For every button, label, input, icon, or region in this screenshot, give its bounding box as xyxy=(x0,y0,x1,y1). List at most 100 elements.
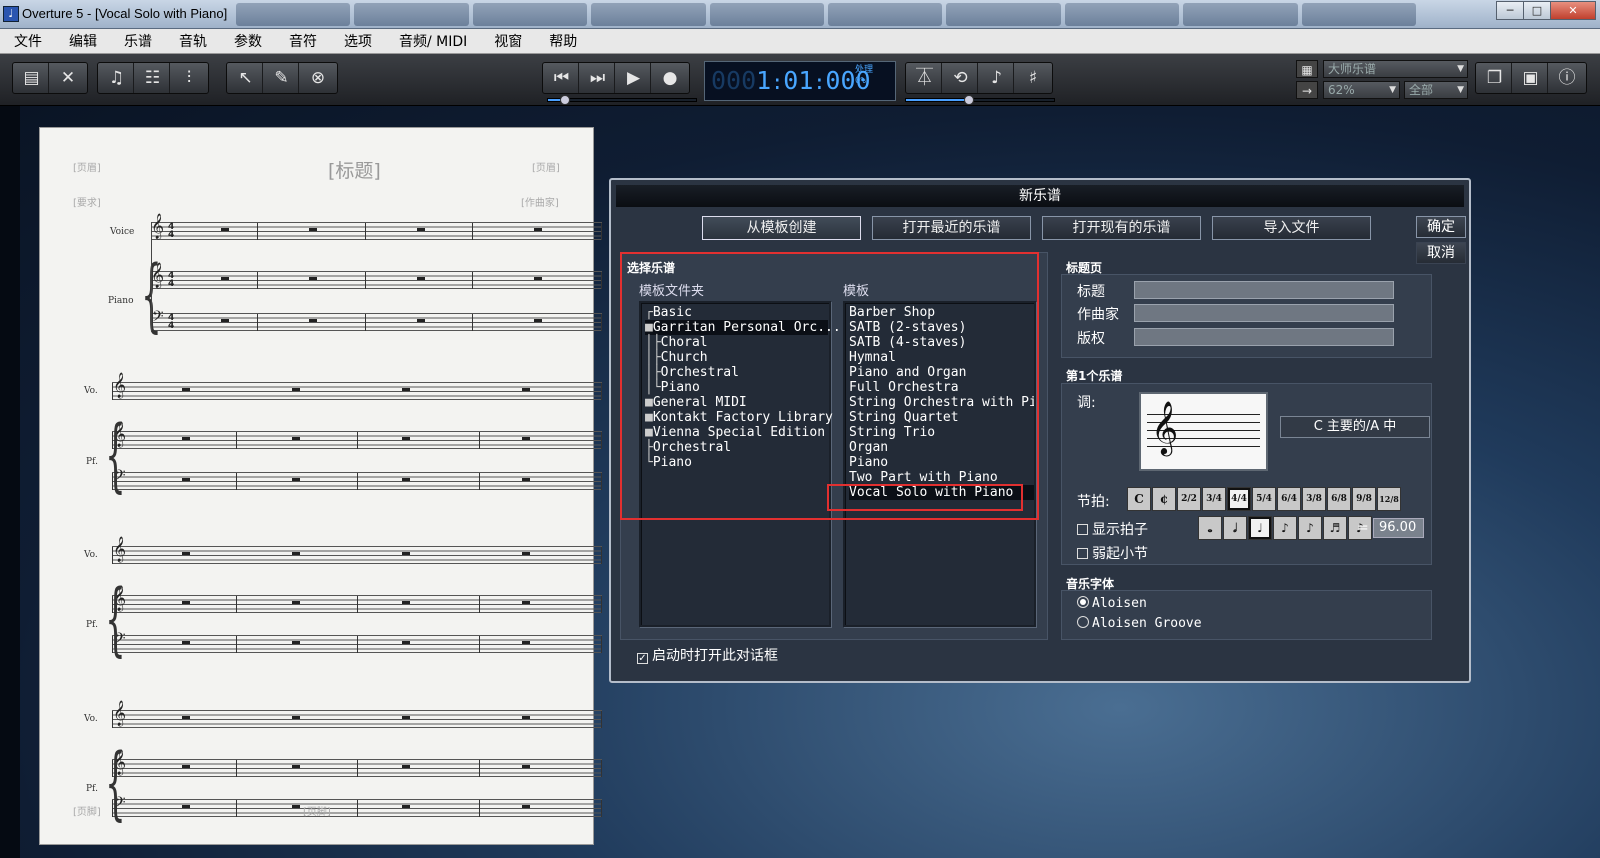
meter-6-8[interactable]: 6/8 xyxy=(1327,487,1351,511)
instrument-voice: Voice xyxy=(110,227,135,237)
rewind-icon[interactable]: ⏮ xyxy=(545,63,579,93)
meter-4-4[interactable]: 4/4 xyxy=(1227,487,1251,511)
key-select-button[interactable]: C 主要的/A 中 xyxy=(1280,416,1430,438)
style-select[interactable]: 大师乐谱 xyxy=(1323,60,1468,78)
note-input-icon[interactable]: ♪ xyxy=(980,63,1014,93)
tab-open-existing[interactable]: 打开现有的乐谱 xyxy=(1042,216,1201,240)
loop-icon[interactable]: ⟲ xyxy=(944,63,978,93)
half-note-icon[interactable]: 𝅗𝅥 xyxy=(1223,516,1247,540)
composer-field[interactable] xyxy=(1134,304,1394,322)
arrow-right-icon[interactable]: → xyxy=(1296,81,1318,99)
menu-file[interactable]: 文件 xyxy=(14,31,42,51)
meter-buttons: C ¢ 2/2 3/4 4/4 5/4 6/4 3/8 6/8 9/8 12/8 xyxy=(1127,487,1401,511)
menu-score[interactable]: 乐谱 xyxy=(124,31,152,51)
staff-voice[interactable] xyxy=(112,710,602,728)
piano-brace: { xyxy=(105,736,126,829)
meter-3-8[interactable]: 3/8 xyxy=(1302,487,1326,511)
position-slider[interactable] xyxy=(547,95,697,105)
staff-piano-treble[interactable] xyxy=(112,595,602,613)
tab-from-template[interactable]: 从模板创建 xyxy=(702,216,861,240)
staff-voice[interactable] xyxy=(112,382,602,400)
metronome-icon[interactable]: ⏄ xyxy=(908,63,942,93)
meter-common[interactable]: C xyxy=(1127,487,1151,511)
staff-icon[interactable]: ♯ xyxy=(1016,63,1050,93)
taskbar-blur xyxy=(236,3,1417,26)
menu-help[interactable]: 帮助 xyxy=(549,31,577,51)
staff-piano-treble[interactable] xyxy=(151,271,602,289)
staff-voice[interactable] xyxy=(151,222,602,240)
meter-6-4[interactable]: 6/4 xyxy=(1277,487,1301,511)
menu-edit[interactable]: 编辑 xyxy=(69,31,97,51)
ok-button[interactable]: 确定 xyxy=(1416,216,1466,238)
tools-icon[interactable]: ✕ xyxy=(51,63,85,93)
startup-checkbox[interactable]: ✓ 启动时打开此对话框 xyxy=(637,645,778,665)
pointer-tool-icon[interactable]: ↖ xyxy=(229,63,263,93)
copyright-field[interactable] xyxy=(1134,328,1394,346)
tempo-input[interactable]: 96.00 xyxy=(1373,518,1424,538)
whole-note-icon[interactable]: 𝅝 xyxy=(1198,516,1222,540)
score-page[interactable]: [页眉] [标题] [页眉] [要求] [作曲家] Voice Piano 𝄞 … xyxy=(39,127,602,845)
sixteenth-note-icon[interactable]: ♬ xyxy=(1323,516,1347,540)
meter-9-8[interactable]: 9/8 xyxy=(1352,487,1376,511)
staff-voice[interactable] xyxy=(112,546,602,564)
copy-icon[interactable]: ❐ xyxy=(1478,63,1512,93)
zoom-select[interactable]: 62% xyxy=(1323,81,1400,99)
play-icon[interactable]: ▶ xyxy=(617,63,651,93)
staff-piano-treble[interactable] xyxy=(112,759,602,777)
track-sheet-icon[interactable]: ▤ xyxy=(15,63,49,93)
piano-roll-icon[interactable]: ☷ xyxy=(136,63,170,93)
meter-12-8[interactable]: 12/8 xyxy=(1377,487,1401,511)
meter-label: 节拍: xyxy=(1077,494,1110,510)
maximize-button[interactable]: □ xyxy=(1523,1,1551,20)
pencil-tool-icon[interactable]: ✎ xyxy=(265,63,299,93)
window-titlebar: ♩ Overture 5 - [Vocal Solo with Piano] ─… xyxy=(0,0,1600,29)
step-icon[interactable]: ⏭ xyxy=(581,63,615,93)
staff-piano-bass[interactable] xyxy=(112,799,602,817)
view-select[interactable]: 全部 xyxy=(1404,81,1468,99)
toolbar-group-views: ▤ ✕ xyxy=(12,62,88,94)
instrument-vo: Vo. xyxy=(84,714,98,724)
staff-piano-treble[interactable] xyxy=(112,431,602,449)
meter-5-4[interactable]: 5/4 xyxy=(1252,487,1276,511)
eighth-note-icon[interactable]: ♪ xyxy=(1273,516,1297,540)
menu-audio-midi[interactable]: 音频/ MIDI xyxy=(399,31,467,51)
score-title[interactable]: [标题] xyxy=(328,156,381,183)
pickup-checkbox[interactable]: 弱起小节 xyxy=(1077,543,1148,563)
app-icon: ♩ xyxy=(3,6,19,22)
close-button[interactable]: ✕ xyxy=(1550,1,1596,20)
notes-icon[interactable]: ♫ xyxy=(100,63,134,93)
menu-window[interactable]: 视窗 xyxy=(494,31,522,51)
cancel-button[interactable]: 取消 xyxy=(1416,242,1466,264)
staff-piano-bass[interactable] xyxy=(151,313,602,331)
record-icon[interactable]: ● xyxy=(653,63,687,93)
meter-2-2[interactable]: 2/2 xyxy=(1177,487,1201,511)
menu-notes[interactable]: 音符 xyxy=(289,31,317,51)
staff-piano-bass[interactable] xyxy=(112,635,602,653)
clipboard-icon[interactable]: ▣ xyxy=(1514,63,1548,93)
font-radio-aloisen-groove[interactable]: Aloisen Groove xyxy=(1077,616,1202,631)
eraser-tool-icon[interactable]: ⊗ xyxy=(301,63,335,93)
info-icon[interactable]: ⓘ xyxy=(1550,63,1584,93)
mixer-icon[interactable]: ⫶ xyxy=(172,63,206,93)
volume-slider[interactable] xyxy=(905,95,1055,105)
menu-track[interactable]: 音轨 xyxy=(179,31,207,51)
menu-params[interactable]: 参数 xyxy=(234,31,262,51)
dotted-eighth-note-icon[interactable]: ♪ xyxy=(1298,516,1322,540)
title-field[interactable] xyxy=(1134,281,1394,299)
font-radio-aloisen[interactable]: Aloisen xyxy=(1077,596,1147,611)
meter-cut[interactable]: ¢ xyxy=(1152,487,1176,511)
layout-icon[interactable]: ▦ xyxy=(1296,60,1318,78)
tab-open-recent[interactable]: 打开最近的乐谱 xyxy=(872,216,1031,240)
quarter-note-icon[interactable]: ♩ xyxy=(1248,516,1272,540)
first-staff-label: 第1个乐谱 xyxy=(1066,369,1123,383)
annotation-box-template xyxy=(827,484,1023,511)
meter-3-4[interactable]: 3/4 xyxy=(1202,487,1226,511)
staff-piano-bass[interactable] xyxy=(112,472,602,490)
menu-options[interactable]: 选项 xyxy=(344,31,372,51)
show-beat-checkbox[interactable]: 显示拍子 xyxy=(1077,519,1148,539)
minimize-button[interactable]: ─ xyxy=(1496,1,1524,20)
instrument-piano: Piano xyxy=(108,296,134,306)
instrument-vo: Vo. xyxy=(84,550,98,560)
tab-import-file[interactable]: 导入文件 xyxy=(1212,216,1371,240)
piano-brace: { xyxy=(105,408,126,501)
